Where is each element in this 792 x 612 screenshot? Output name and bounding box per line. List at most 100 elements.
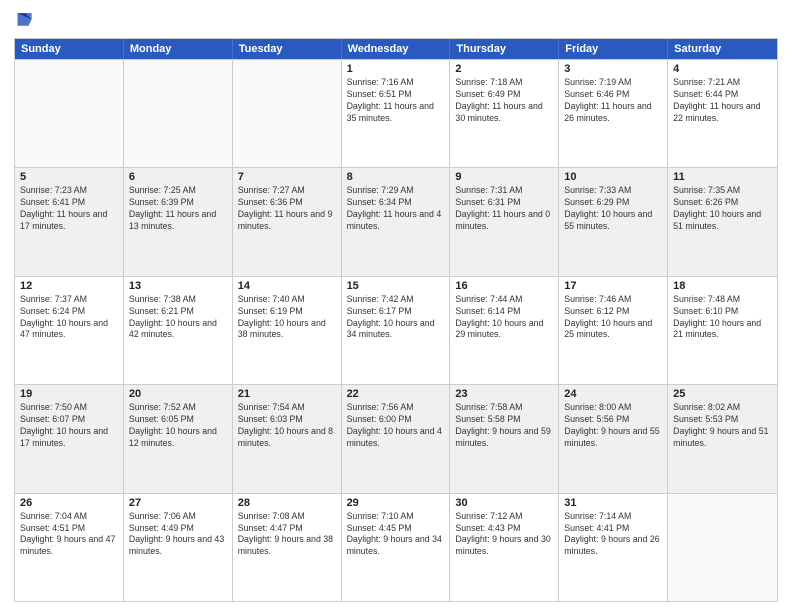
day-info: Sunrise: 8:00 AM Sunset: 5:56 PM Dayligh… [564, 402, 662, 450]
day-info: Sunrise: 7:44 AM Sunset: 6:14 PM Dayligh… [455, 294, 553, 342]
day-number: 20 [129, 388, 227, 400]
calendar-day-27: 27 Sunrise: 7:06 AM Sunset: 4:49 PM Dayli… [124, 494, 233, 601]
calendar-day-22: 22Sunrise: 7:56 AM Sunset: 6:00 PM Dayli… [342, 385, 451, 492]
calendar-day-19: 19 Sunrise: 7:50 AM Sunset: 6:07 PM Dayli… [15, 385, 124, 492]
header [14, 10, 778, 32]
header-day-thursday: Thursday [450, 39, 559, 59]
day-number: 10 [564, 171, 662, 183]
day-number: 30 [455, 497, 553, 509]
day-number: 8 [347, 171, 445, 183]
day-number: 14 [238, 280, 336, 292]
day-number: 13 [129, 280, 227, 292]
calendar-day-21: 21 Sunrise: 7:54 AM Sunset: 6:03 PM Dayli… [233, 385, 342, 492]
day-number: 4 [673, 63, 772, 75]
calendar-day-25: 25 Sunrise: 8:02 AM Sunset: 5:53 PM Dayli… [668, 385, 777, 492]
day-info: Sunrise: 7:23 AM Sunset: 6:41 PM Dayligh… [20, 185, 118, 233]
header-day-saturday: Saturday [668, 39, 777, 59]
day-info: Sunrise: 7:12 AM Sunset: 4:43 PM Dayligh… [455, 511, 553, 559]
calendar: SundayMondayTuesdayWednesdayThursdayFrid… [14, 38, 778, 602]
day-info: Sunrise: 7:58 AM Sunset: 5:58 PM Dayligh… [455, 402, 553, 450]
day-info: Sunrise: 7:48 AM Sunset: 6:10 PM Dayligh… [673, 294, 772, 342]
calendar-day-24: 24 Sunrise: 8:00 AM Sunset: 5:56 PM Dayli… [559, 385, 668, 492]
day-info: Sunrise: 7:04 AM Sunset: 4:51 PM Dayligh… [20, 511, 118, 559]
day-info: Sunrise: 7:21 AM Sunset: 6:44 PM Dayligh… [673, 77, 772, 125]
calendar-day-29: 29 Sunrise: 7:10 AM Sunset: 4:45 PM Dayli… [342, 494, 451, 601]
calendar-day-7: 7Sunrise: 7:27 AM Sunset: 6:36 PM Daylig… [233, 168, 342, 275]
day-number: 27 [129, 497, 227, 509]
day-number: 31 [564, 497, 662, 509]
day-info: Sunrise: 7:10 AM Sunset: 4:45 PM Dayligh… [347, 511, 445, 559]
page: SundayMondayTuesdayWednesdayThursdayFrid… [0, 0, 792, 612]
day-info: Sunrise: 7:38 AM Sunset: 6:21 PM Dayligh… [129, 294, 227, 342]
calendar-body: 1 Sunrise: 7:16 AM Sunset: 6:51 PM Daylig… [15, 59, 777, 601]
calendar-day-15: 15 Sunrise: 7:42 AM Sunset: 6:17 PM Dayli… [342, 277, 451, 384]
day-info: Sunrise: 7:50 AM Sunset: 6:07 PM Dayligh… [20, 402, 118, 450]
calendar-header: SundayMondayTuesdayWednesdayThursdayFrid… [15, 39, 777, 59]
day-number: 29 [347, 497, 445, 509]
header-day-monday: Monday [124, 39, 233, 59]
calendar-day-30: 30 Sunrise: 7:12 AM Sunset: 4:43 PM Dayli… [450, 494, 559, 601]
calendar-week-4: 19 Sunrise: 7:50 AM Sunset: 6:07 PM Dayli… [15, 384, 777, 492]
day-number: 26 [20, 497, 118, 509]
day-info: Sunrise: 7:08 AM Sunset: 4:47 PM Dayligh… [238, 511, 336, 559]
day-number: 15 [347, 280, 445, 292]
calendar-week-1: 1 Sunrise: 7:16 AM Sunset: 6:51 PM Daylig… [15, 59, 777, 167]
day-number: 11 [673, 171, 772, 183]
day-info: Sunrise: 7:29 AM Sunset: 6:34 PM Dayligh… [347, 185, 445, 233]
day-number: 6 [129, 171, 227, 183]
day-info: Sunrise: 7:27 AM Sunset: 6:36 PM Dayligh… [238, 185, 336, 233]
logo [14, 10, 34, 32]
calendar-day-18: 18 Sunrise: 7:48 AM Sunset: 6:10 PM Dayli… [668, 277, 777, 384]
calendar-day-28: 28Sunrise: 7:08 AM Sunset: 4:47 PM Dayli… [233, 494, 342, 601]
day-info: Sunrise: 7:52 AM Sunset: 6:05 PM Dayligh… [129, 402, 227, 450]
calendar-day-12: 12 Sunrise: 7:37 AM Sunset: 6:24 PM Dayli… [15, 277, 124, 384]
calendar-day-17: 17Sunrise: 7:46 AM Sunset: 6:12 PM Dayli… [559, 277, 668, 384]
header-day-sunday: Sunday [15, 39, 124, 59]
day-info: Sunrise: 7:16 AM Sunset: 6:51 PM Dayligh… [347, 77, 445, 125]
calendar-day-16: 16 Sunrise: 7:44 AM Sunset: 6:14 PM Dayli… [450, 277, 559, 384]
day-number: 19 [20, 388, 118, 400]
calendar-week-2: 5 Sunrise: 7:23 AM Sunset: 6:41 PM Daylig… [15, 167, 777, 275]
day-info: Sunrise: 7:54 AM Sunset: 6:03 PM Dayligh… [238, 402, 336, 450]
calendar-day-14: 14Sunrise: 7:40 AM Sunset: 6:19 PM Dayli… [233, 277, 342, 384]
day-info: Sunrise: 7:14 AM Sunset: 4:41 PM Dayligh… [564, 511, 662, 559]
day-number: 25 [673, 388, 772, 400]
day-number: 12 [20, 280, 118, 292]
header-day-tuesday: Tuesday [233, 39, 342, 59]
day-info: Sunrise: 7:06 AM Sunset: 4:49 PM Dayligh… [129, 511, 227, 559]
day-number: 21 [238, 388, 336, 400]
calendar-day-10: 10 Sunrise: 7:33 AM Sunset: 6:29 PM Dayli… [559, 168, 668, 275]
day-number: 18 [673, 280, 772, 292]
day-info: Sunrise: 7:37 AM Sunset: 6:24 PM Dayligh… [20, 294, 118, 342]
calendar-day-23: 23Sunrise: 7:58 AM Sunset: 5:58 PM Dayli… [450, 385, 559, 492]
calendar-week-5: 26 Sunrise: 7:04 AM Sunset: 4:51 PM Dayli… [15, 493, 777, 601]
calendar-day-2: 2 Sunrise: 7:18 AM Sunset: 6:49 PM Daylig… [450, 60, 559, 167]
day-info: Sunrise: 7:18 AM Sunset: 6:49 PM Dayligh… [455, 77, 553, 125]
calendar-day-4: 4 Sunrise: 7:21 AM Sunset: 6:44 PM Daylig… [668, 60, 777, 167]
calendar-day-20: 20 Sunrise: 7:52 AM Sunset: 6:05 PM Dayli… [124, 385, 233, 492]
calendar-empty-cell [668, 494, 777, 601]
calendar-day-9: 9 Sunrise: 7:31 AM Sunset: 6:31 PM Daylig… [450, 168, 559, 275]
day-info: Sunrise: 7:46 AM Sunset: 6:12 PM Dayligh… [564, 294, 662, 342]
calendar-day-1: 1 Sunrise: 7:16 AM Sunset: 6:51 PM Daylig… [342, 60, 451, 167]
day-number: 2 [455, 63, 553, 75]
day-info: Sunrise: 7:25 AM Sunset: 6:39 PM Dayligh… [129, 185, 227, 233]
calendar-day-3: 3Sunrise: 7:19 AM Sunset: 6:46 PM Daylig… [559, 60, 668, 167]
day-info: Sunrise: 7:42 AM Sunset: 6:17 PM Dayligh… [347, 294, 445, 342]
day-info: Sunrise: 7:31 AM Sunset: 6:31 PM Dayligh… [455, 185, 553, 233]
calendar-empty-cell [233, 60, 342, 167]
calendar-day-13: 13 Sunrise: 7:38 AM Sunset: 6:21 PM Dayli… [124, 277, 233, 384]
day-number: 9 [455, 171, 553, 183]
day-number: 16 [455, 280, 553, 292]
day-info: Sunrise: 8:02 AM Sunset: 5:53 PM Dayligh… [673, 402, 772, 450]
day-info: Sunrise: 7:35 AM Sunset: 6:26 PM Dayligh… [673, 185, 772, 233]
calendar-day-5: 5 Sunrise: 7:23 AM Sunset: 6:41 PM Daylig… [15, 168, 124, 275]
day-info: Sunrise: 7:33 AM Sunset: 6:29 PM Dayligh… [564, 185, 662, 233]
header-day-wednesday: Wednesday [342, 39, 451, 59]
day-number: 5 [20, 171, 118, 183]
day-number: 24 [564, 388, 662, 400]
day-info: Sunrise: 7:19 AM Sunset: 6:46 PM Dayligh… [564, 77, 662, 125]
header-day-friday: Friday [559, 39, 668, 59]
day-number: 22 [347, 388, 445, 400]
day-number: 1 [347, 63, 445, 75]
